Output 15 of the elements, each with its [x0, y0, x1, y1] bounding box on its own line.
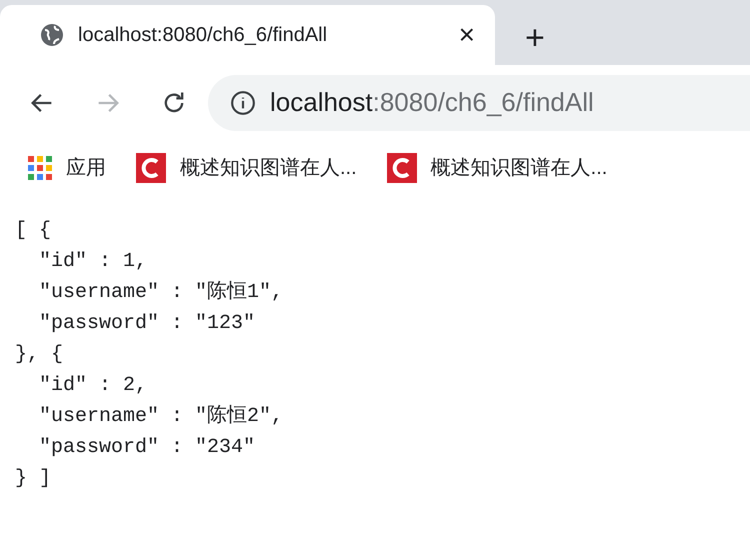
apps-grid-icon — [28, 156, 52, 180]
close-tab-button[interactable]: × — [458, 21, 475, 49]
globe-icon — [40, 23, 64, 47]
new-tab-button[interactable]: + — [525, 21, 545, 55]
c-logo-icon — [386, 152, 417, 182]
bookmark[interactable]: 应用 — [28, 152, 106, 182]
address-bar[interactable]: localhost:8080/ch6_6/findAll — [208, 74, 750, 130]
url-text: localhost:8080/ch6_6/findAll — [270, 86, 594, 119]
bookmark[interactable]: 概述知识图谱在人... — [136, 152, 357, 182]
bookmark[interactable]: 概述知识图谱在人... — [386, 152, 608, 182]
c-logo-icon — [136, 152, 166, 182]
info-icon — [230, 90, 256, 116]
browser-tab[interactable]: localhost:8080/ch6_6/findAll × — [0, 5, 495, 65]
tab-title: localhost:8080/ch6_6/findAll — [78, 23, 328, 48]
json-text: [ { "id" : 1, "username" : "陈恒1", "password" : "123" }, { "id" : 2, "username" : "陈恒2", "password" : "234" } ] — [14, 218, 284, 492]
